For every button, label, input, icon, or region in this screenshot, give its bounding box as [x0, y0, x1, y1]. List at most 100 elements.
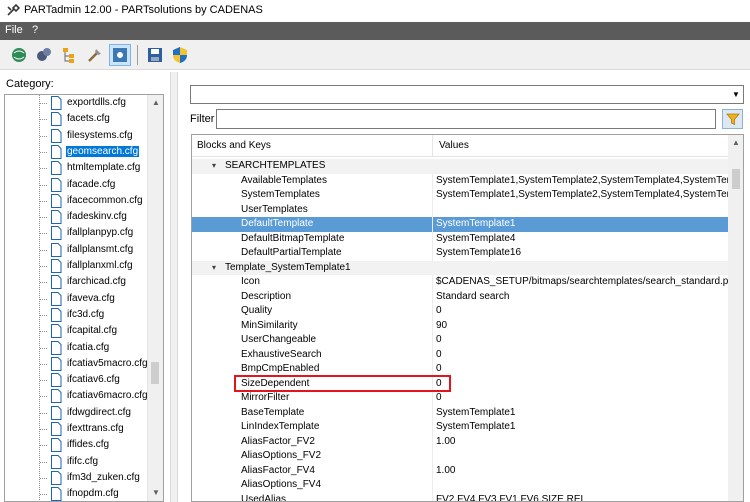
hierarchy-button[interactable] [58, 44, 80, 66]
tree-item[interactable]: ifdwgdirect.cfg [5, 405, 150, 421]
tree-item[interactable]: ifcatiav5macro.cfg [5, 356, 150, 372]
grid-section-row[interactable]: ▾ Template_SystemTemplate1 [192, 260, 728, 275]
grid-value[interactable]: 0 [436, 392, 728, 403]
tree-scrollbar[interactable]: ▲ ▼ [147, 95, 163, 501]
tree-item[interactable]: ifcatia.cfg [5, 340, 150, 356]
grid-value[interactable]: 1.00 [436, 465, 728, 476]
grid-row[interactable]: DefaultBitmapTemplate SystemTemplate4 [192, 231, 728, 246]
gears-button[interactable] [33, 44, 55, 66]
grid-row[interactable]: Quality 0 [192, 304, 728, 319]
tree-item-label: ifadeskinv.cfg [67, 211, 127, 223]
save-button[interactable] [144, 44, 166, 66]
grid-row[interactable]: SystemTemplates SystemTemplate1,SystemTem… [192, 188, 728, 203]
menu-file[interactable]: File [5, 24, 23, 36]
tree-item[interactable]: ifexttrans.cfg [5, 421, 150, 437]
grid-value[interactable]: 1.00 [436, 436, 728, 447]
expand-chevron-icon[interactable]: ▾ [212, 263, 216, 272]
tools-button[interactable] [84, 44, 106, 66]
tree-item[interactable]: ifnopdm.cfg [5, 486, 150, 501]
scroll-up-arrow-icon[interactable]: ▲ [148, 95, 164, 111]
grid-value[interactable]: SystemTemplate1,SystemTemplate2,SystemTe… [436, 189, 728, 200]
grid-scrollbar[interactable]: ▲ [728, 135, 743, 501]
grid-value[interactable]: SystemTemplate4 [436, 233, 728, 244]
filter-button[interactable] [722, 109, 743, 129]
grid-row[interactable]: AliasOptions_FV2 [192, 449, 728, 464]
grid-row[interactable]: UserChangeable 0 [192, 333, 728, 348]
tree-item[interactable]: iffides.cfg [5, 437, 150, 453]
grid-row[interactable]: Description Standard search [192, 289, 728, 304]
grid-value[interactable]: 0 [436, 378, 728, 389]
expand-chevron-icon[interactable]: ▾ [212, 161, 216, 170]
tree-item[interactable]: htmltemplate.cfg [5, 160, 150, 176]
tree-item[interactable]: ifm3d_zuken.cfg [5, 470, 150, 486]
tree-item[interactable]: geomsearch.cfg [5, 144, 150, 160]
grid-column-line [432, 434, 433, 449]
grid-value[interactable]: 0 [436, 363, 728, 374]
grid-value[interactable]: SystemTemplate1 [436, 218, 728, 229]
filter-input[interactable] [216, 109, 716, 129]
tree-item-label: filesystems.cfg [67, 129, 133, 141]
grid-row[interactable]: AliasFactor_FV2 1.00 [192, 434, 728, 449]
category-tree[interactable]: exportdlls.cfg facets.cfg filesystems.cfg g… [4, 94, 164, 502]
tree-connector [40, 331, 48, 333]
grid-scrollbar-thumb[interactable] [732, 169, 740, 189]
grid-value[interactable]: SystemTemplate1 [436, 421, 728, 432]
configuration-button[interactable] [109, 44, 131, 66]
grid-value[interactable]: SystemTemplate1 [436, 407, 728, 418]
grid-row[interactable]: Icon $CADENAS_SETUP/bitmaps/searchtemplat… [192, 275, 728, 290]
grid-row[interactable]: LinIndexTemplate SystemTemplate1 [192, 420, 728, 435]
column-separator[interactable] [432, 135, 433, 157]
tree-item[interactable]: ifc3d.cfg [5, 307, 150, 323]
grid-value[interactable]: $CADENAS_SETUP/bitmaps/searchtemplates/s… [436, 276, 728, 287]
column-header-blocks-and-keys[interactable]: Blocks and Keys [197, 140, 271, 151]
grid-value[interactable]: 0 [436, 349, 728, 360]
grid-value[interactable]: SystemTemplate16 [436, 247, 728, 258]
grid-row[interactable]: BaseTemplate SystemTemplate1 [192, 405, 728, 420]
grid-row[interactable]: MinSimilarity 90 [192, 318, 728, 333]
tree-item[interactable]: ifallplanxml.cfg [5, 258, 150, 274]
grid-row[interactable]: UsedAlias FV2,FV4,FV3,FV1,FV6,SIZE,REL [192, 492, 728, 502]
grid-value[interactable]: FV2,FV4,FV3,FV1,FV6,SIZE,REL [436, 494, 728, 502]
grid-row[interactable]: DefaultPartialTemplate SystemTemplate16 [192, 246, 728, 261]
scroll-down-arrow-icon[interactable]: ▼ [148, 485, 164, 501]
chevron-down-icon[interactable]: ▼ [729, 86, 743, 103]
block-combo-box[interactable] [190, 85, 744, 104]
tree-scrollbar-thumb[interactable] [151, 362, 159, 384]
tree-item[interactable]: ifarchicad.cfg [5, 274, 150, 290]
grid-value[interactable]: 0 [436, 334, 728, 345]
grid-row[interactable]: AvailableTemplates SystemTemplate1,System… [192, 173, 728, 188]
tree-item[interactable]: ifacade.cfg [5, 177, 150, 193]
grid-section-row[interactable]: ▾ SEARCHTEMPLATES [192, 159, 728, 174]
tree-item[interactable]: exportdlls.cfg [5, 95, 150, 111]
grid-value[interactable]: 90 [436, 320, 728, 331]
menu-help[interactable]: ? [32, 24, 38, 36]
tree-item[interactable]: ifallplansmt.cfg [5, 242, 150, 258]
grid-value[interactable]: SystemTemplate1,SystemTemplate2,SystemTe… [436, 175, 728, 186]
tree-item[interactable]: filesystems.cfg [5, 128, 150, 144]
scroll-up-arrow-icon[interactable]: ▲ [728, 135, 743, 151]
grid-value[interactable]: 0 [436, 305, 728, 316]
grid-row[interactable]: ExhaustiveSearch 0 [192, 347, 728, 362]
tree-item[interactable]: ifaveva.cfg [5, 291, 150, 307]
admin-rights-button[interactable] [169, 44, 191, 66]
tree-item[interactable]: ifallplanpyp.cfg [5, 225, 150, 241]
tree-item[interactable]: ifcapital.cfg [5, 323, 150, 339]
grid-key: Description [241, 290, 292, 302]
grid-row[interactable]: UserTemplates [192, 202, 728, 217]
tree-item-label: ifcapital.cfg [67, 325, 118, 337]
document-icon [51, 438, 62, 453]
tree-item[interactable]: ifadeskinv.cfg [5, 209, 150, 225]
grid-value[interactable]: Standard search [436, 291, 728, 302]
grid-row[interactable]: AliasOptions_FV4 [192, 478, 728, 493]
grid-row[interactable]: AliasFactor_FV4 1.00 [192, 463, 728, 478]
panel-splitter[interactable] [170, 72, 178, 502]
column-header-values[interactable]: Values [439, 140, 469, 151]
tree-item[interactable]: ifcatiav6.cfg [5, 372, 150, 388]
grid-row[interactable]: DefaultTemplate SystemTemplate1 [192, 217, 728, 232]
grid-row[interactable]: MirrorFilter 0 [192, 391, 728, 406]
globe-refresh-button[interactable] [8, 44, 30, 66]
tree-item[interactable]: ifcatiav6macro.cfg [5, 388, 150, 404]
tree-item[interactable]: ififc.cfg [5, 454, 150, 470]
tree-item[interactable]: facets.cfg [5, 111, 150, 127]
tree-item[interactable]: ifacecommon.cfg [5, 193, 150, 209]
